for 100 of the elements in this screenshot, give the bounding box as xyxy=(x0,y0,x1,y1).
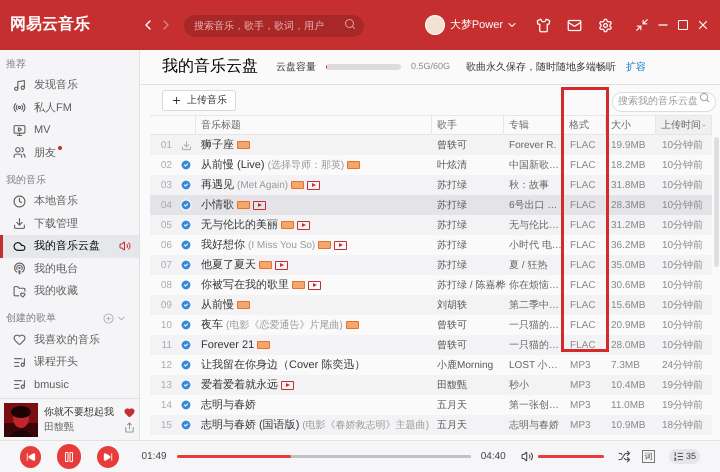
user-name[interactable]: 大梦Power xyxy=(450,16,503,34)
row-number: 03 xyxy=(160,178,173,192)
maximize-icon[interactable] xyxy=(677,19,689,31)
avatar[interactable] xyxy=(424,15,445,35)
album-cell[interactable]: Forever R. xyxy=(504,138,564,152)
song-row[interactable]: 04 小情歌 苏打绿 6号出口 … FLAC 28.3MB 10分钟前 xyxy=(150,195,712,215)
pause-icon xyxy=(63,450,76,462)
artist-cell[interactable]: 曾轶可 xyxy=(432,138,504,152)
artist-cell[interactable]: 五月天 xyxy=(432,398,504,412)
mv-icon[interactable] xyxy=(281,380,294,390)
album-cell[interactable]: 中国新歌… xyxy=(504,158,564,172)
app-logo[interactable]: 网易云音乐 xyxy=(10,13,135,37)
album-cell[interactable]: 小时代 电… xyxy=(504,238,564,252)
sidebar-item[interactable]: MV xyxy=(0,119,139,142)
album-cell[interactable]: 无与伦比… xyxy=(504,218,564,232)
artist-cell[interactable]: 曾轶可 xyxy=(432,338,504,352)
size-cell-text: 35.0MB xyxy=(610,258,646,272)
search-icon[interactable] xyxy=(344,18,356,30)
share-icon[interactable] xyxy=(124,422,135,432)
shirt-icon[interactable] xyxy=(536,18,551,32)
artist-cell[interactable]: 苏打绿 xyxy=(432,178,504,192)
song-row[interactable]: 03 再遇见 (Met Again) 苏打绿 秋：故事 FLAC 31.8MB 10分钟前 xyxy=(150,175,712,195)
lyrics-button[interactable]: 词 xyxy=(642,450,655,463)
column-header[interactable]: 上传时间 xyxy=(656,116,712,134)
column-header[interactable]: 格式 xyxy=(564,116,606,134)
sidebar-item[interactable]: 我喜欢的音乐 xyxy=(0,328,139,351)
row-number: 13 xyxy=(160,378,173,392)
column-header[interactable]: 专辑 xyxy=(504,116,564,134)
sidebar-item[interactable]: 我的收藏 xyxy=(0,280,139,302)
album-cell[interactable]: 志明与春娇 xyxy=(504,418,564,432)
artist-cell[interactable]: 小鹿Morning xyxy=(432,358,504,372)
sidebar-item[interactable]: 课程开头 xyxy=(0,351,139,374)
song-row[interactable]: 05 无与伦比的美丽 苏打绿 无与伦比… FLAC 31.2MB 10分钟前 xyxy=(150,215,712,235)
album-cell[interactable]: 一只猫的… xyxy=(504,338,564,352)
sidebar-item[interactable]: 私人FM xyxy=(0,96,139,119)
mv-icon[interactable] xyxy=(275,260,288,270)
sidebar-item[interactable]: 朋友 xyxy=(0,142,139,164)
song-row[interactable]: 01 狮子座 曾轶可 Forever R. FLAC 19.9MB 10分钟前 xyxy=(150,135,712,155)
like-icon[interactable] xyxy=(124,406,135,418)
sidebar-item[interactable]: bmusic xyxy=(0,374,139,396)
volume-icon[interactable] xyxy=(520,450,534,463)
mv-icon[interactable] xyxy=(308,280,321,290)
album-cell[interactable]: 一只猫的… xyxy=(504,318,564,332)
album-cell[interactable]: LOST 小… xyxy=(504,358,564,372)
close-icon[interactable] xyxy=(696,18,710,32)
mv-icon[interactable] xyxy=(334,240,348,250)
pause-button[interactable] xyxy=(57,444,82,469)
search-icon[interactable] xyxy=(699,92,710,103)
album-cell[interactable]: 秋：故事 xyxy=(504,178,564,192)
artist-cell[interactable]: 五月天 xyxy=(432,418,504,432)
column-header[interactable]: 歌手 xyxy=(432,116,504,134)
song-row[interactable]: 07 他夏了夏天 苏打绿 夏 / 狂热 FLAC 35.0MB 10分钟前 xyxy=(150,255,712,275)
mv-icon[interactable] xyxy=(297,220,310,230)
mv-icon[interactable] xyxy=(307,180,320,190)
search-field[interactable]: 搜索音乐，歌手，歌词，用户 xyxy=(184,15,364,38)
sidebar-item[interactable]: 下载管理 xyxy=(0,212,139,235)
song-title: 从前慢 (Live) xyxy=(201,158,265,173)
format-cell-text: MP3 xyxy=(569,358,592,372)
sidebar-item[interactable]: 发现音乐 xyxy=(0,74,139,96)
mini-mode-icon[interactable] xyxy=(635,18,649,32)
artist-cell[interactable]: 叶炫清 xyxy=(432,158,504,172)
settings-icon[interactable] xyxy=(598,18,613,32)
song-title[interactable]: 你就不要想起我 xyxy=(44,404,118,420)
upload-button[interactable]: 上传音乐 xyxy=(162,90,236,110)
playlist-button[interactable]: 35 xyxy=(668,449,700,464)
previous-button[interactable] xyxy=(20,446,42,468)
artist-cell[interactable]: 曾轶可 xyxy=(432,318,504,332)
song-row[interactable]: 15 志明与春娇 (国语版) (电影《春娇救志明》主题曲) 五月天 志明与春娇 MP3 10.9MB 18分钟前 xyxy=(150,415,712,435)
artist-cell[interactable]: 苏打绿 xyxy=(432,238,504,252)
album-cell[interactable]: 第一张创… xyxy=(504,398,564,412)
mail-icon[interactable] xyxy=(567,18,582,32)
format-cell-text: FLAC xyxy=(569,278,597,292)
album-cell[interactable]: 你在烦恼… xyxy=(504,278,564,292)
format-cell-text: MP3 xyxy=(569,398,592,412)
album-cell[interactable]: 6号出口 … xyxy=(504,198,564,212)
sidebar-item[interactable]: 本地音乐 xyxy=(0,190,139,212)
shuffle-icon[interactable] xyxy=(618,450,630,463)
mv-icon[interactable] xyxy=(253,200,266,210)
progress-track[interactable] xyxy=(176,455,471,458)
album-cell[interactable]: 第二季中… xyxy=(504,298,564,312)
sidebar-item[interactable]: 我的音乐云盘 xyxy=(0,235,139,258)
sidebar-item[interactable]: 我的电台 xyxy=(0,258,139,280)
cloud-search-field[interactable]: 搜索我的音乐云盘 xyxy=(612,92,716,112)
volume-slider[interactable] xyxy=(538,455,604,458)
album-cell[interactable]: 秒小 xyxy=(504,378,564,392)
next-button[interactable] xyxy=(97,446,119,468)
artist-cell[interactable]: 苏打绿 xyxy=(432,218,504,232)
song-row[interactable]: 09 从前慢 刘胡轶 第二季中… FLAC 15.6MB 10分钟前 xyxy=(150,295,712,315)
artist-cell[interactable]: 田馥甄 xyxy=(432,378,504,392)
artist-cell[interactable]: 刘胡轶 xyxy=(432,298,504,312)
time-cell-text: 10分钟前 xyxy=(661,138,704,152)
artist-cell[interactable]: 苏打绿 xyxy=(432,198,504,212)
artist-cell[interactable]: 苏打绿 xyxy=(432,258,504,272)
song-row[interactable]: 11 Forever 21 曾轶可 一只猫的… FLAC 28.0MB 10分钟前 xyxy=(150,335,712,355)
column-header[interactable]: 音乐标题 xyxy=(196,116,432,134)
album-cell[interactable]: 夏 / 狂热 xyxy=(504,258,564,272)
artist-name[interactable]: 田馥甄 xyxy=(44,420,118,434)
song-row[interactable]: 13 爱着爱着就永远 田馥甄 秒小 MP3 10.4MB 19分钟前 xyxy=(150,375,712,395)
artist-cell[interactable]: 苏打绿 / 陈嘉桦 xyxy=(432,278,504,292)
expand-link[interactable]: 扩容 xyxy=(626,60,646,74)
